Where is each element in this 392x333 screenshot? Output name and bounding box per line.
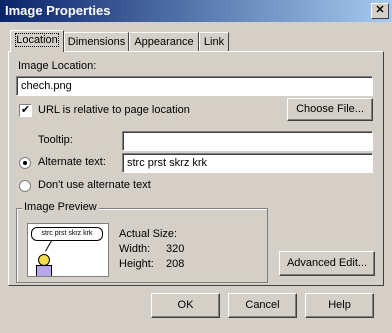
tab-link-label: Link bbox=[203, 36, 225, 48]
tab-location[interactable]: Location bbox=[10, 30, 64, 52]
relative-url-checkbox[interactable]: ✔ bbox=[19, 104, 32, 117]
cancel-button[interactable]: Cancel bbox=[228, 293, 297, 318]
speech-bubble: strc prst skrz krk bbox=[31, 227, 103, 241]
tooltip-label: Tooltip: bbox=[38, 134, 73, 146]
advanced-edit-button[interactable]: Advanced Edit... bbox=[279, 251, 375, 276]
help-button[interactable]: Help bbox=[305, 293, 374, 318]
actual-size-label: Actual Size: bbox=[119, 228, 178, 240]
height-label: Height: bbox=[119, 258, 154, 270]
width-value: 320 bbox=[166, 243, 185, 255]
tab-appearance-label: Appearance bbox=[134, 36, 194, 48]
close-icon: ✕ bbox=[375, 4, 385, 16]
image-preview-thumbnail: strc prst skrz krk bbox=[27, 223, 109, 277]
no-alternate-text-radio[interactable] bbox=[19, 180, 31, 192]
title-bar: Image Properties ✕ bbox=[0, 0, 392, 22]
stick-figure-body-icon bbox=[36, 265, 52, 276]
relative-url-label: URL is relative to page location bbox=[38, 104, 190, 116]
window-title: Image Properties bbox=[5, 3, 111, 18]
image-location-input[interactable]: chech.png bbox=[16, 76, 373, 96]
alternate-text-input[interactable]: strc prst skrz krk bbox=[122, 153, 373, 173]
ok-button[interactable]: OK bbox=[151, 293, 220, 318]
close-button[interactable]: ✕ bbox=[371, 3, 389, 19]
tab-dimensions-label: Dimensions bbox=[67, 36, 126, 48]
choose-file-button[interactable]: Choose File... bbox=[287, 98, 373, 121]
alternate-text-label: Alternate text: bbox=[38, 156, 106, 168]
width-label: Width: bbox=[119, 243, 151, 255]
no-alternate-text-label: Don't use alternate text bbox=[38, 179, 151, 191]
alternate-text-radio[interactable] bbox=[19, 157, 31, 169]
image-preview-label: Image Preview bbox=[22, 201, 99, 213]
tooltip-input[interactable] bbox=[122, 131, 373, 151]
tab-location-label: Location bbox=[15, 33, 59, 47]
tab-appearance[interactable]: Appearance bbox=[129, 32, 199, 51]
tab-link[interactable]: Link bbox=[199, 32, 229, 51]
checkmark-icon: ✔ bbox=[20, 104, 31, 116]
tab-dimensions[interactable]: Dimensions bbox=[64, 32, 129, 51]
bubble-pointer bbox=[45, 240, 52, 252]
image-location-label: Image Location: bbox=[18, 60, 97, 72]
height-value: 208 bbox=[166, 258, 185, 270]
